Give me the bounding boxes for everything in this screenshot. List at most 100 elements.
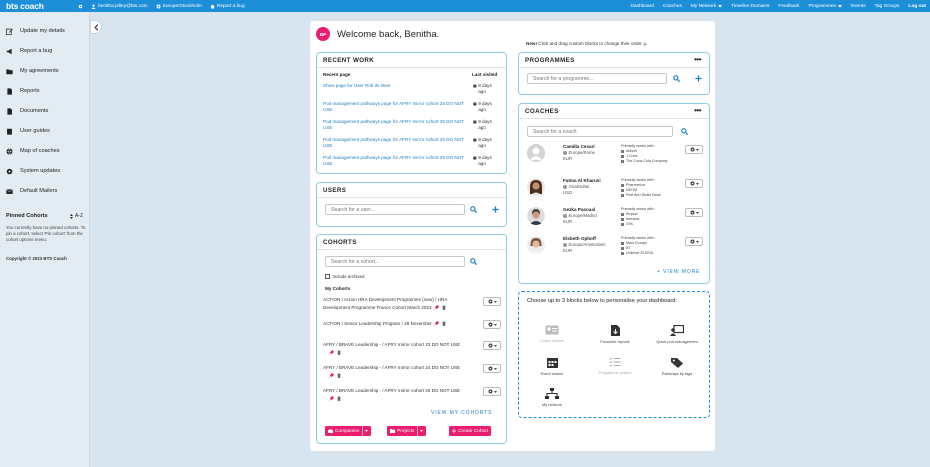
client-name: BT [626, 246, 631, 250]
cohort-name[interactable]: AFRY / BRAVE Leadership - / AFRY mirror … [323, 342, 460, 347]
block-label: Quick pod management [656, 339, 698, 344]
sidebar-item-update-details[interactable]: Update my details [0, 21, 89, 41]
pin-icon[interactable] [433, 321, 439, 327]
user-account-link[interactable]: benitha.pilley@bts.com [91, 4, 148, 9]
gear-icon [6, 168, 13, 174]
cohort-search-input[interactable]: Search for a cohort... [325, 256, 465, 267]
search-icon[interactable] [681, 128, 688, 135]
search-icon[interactable] [470, 206, 477, 213]
report-bug-link[interactable]: Report a bug [210, 4, 245, 9]
sidebar-item-system-updates[interactable]: System updates [0, 161, 89, 181]
sidebar-item-user-guides[interactable]: User guides [0, 121, 89, 141]
trash-icon[interactable] [337, 373, 341, 379]
recent-page-link[interactable]: Pod management pathways page for AFRY mi… [323, 101, 471, 114]
bts-coach-logo[interactable]: bts coach [6, 1, 68, 11]
pin-icon[interactable] [329, 396, 334, 402]
coach-row[interactable]: Camilla Cesari Europe/Rome EUR Primarily … [527, 144, 707, 172]
recent-page-link[interactable]: Show page for User Rob de Beer [323, 83, 471, 89]
add-icon[interactable] [492, 206, 499, 213]
nav-my-network[interactable]: My Network [691, 4, 723, 9]
coach-search-input[interactable]: Search for a coach [527, 126, 673, 137]
nav-timeline-domains[interactable]: Timeline Domains [731, 4, 769, 9]
block-event-search[interactable]: Event search [527, 357, 577, 376]
more-options-icon[interactable]: ••• [694, 56, 701, 64]
companies-button[interactable]: Companies [325, 426, 372, 436]
coach-currency: USD [563, 189, 573, 195]
trash-icon[interactable] [337, 350, 341, 356]
sidebar-item-map-of-coaches[interactable]: Map of coaches [0, 141, 89, 161]
settings-link[interactable] [78, 4, 83, 9]
cohort-name[interactable]: AFRY / BRAVE Leadership - / AFRY mirror … [323, 388, 460, 393]
coach-name[interactable]: Elsbeth Ophoff [563, 236, 596, 241]
create-cohort-button[interactable]: Create Cohort [449, 426, 492, 436]
cohort-options-button[interactable] [483, 341, 501, 350]
cohort-options-button[interactable] [483, 364, 501, 373]
pin-icon[interactable] [329, 350, 334, 356]
sidebar-item-reports[interactable]: Reports [0, 81, 89, 101]
programme-search-input[interactable]: Search for a programme... [527, 73, 667, 84]
cohort-name[interactable]: ACTION / Action HRA Development Programm… [323, 297, 447, 310]
coach-name[interactable]: Camilla Cesari [563, 144, 595, 149]
coach-name[interactable]: Gezka Pascual [563, 207, 595, 212]
coach-options-button[interactable] [685, 208, 703, 217]
add-icon[interactable] [695, 75, 702, 82]
coach-options-button[interactable] [685, 237, 703, 246]
recent-page-link[interactable]: Pod management pathways page for AFRY mi… [323, 155, 471, 168]
coach-options-button[interactable] [685, 145, 703, 154]
view-my-cohorts-link[interactable]: VIEW MY COHORTS [431, 410, 492, 416]
sidebar-item-report-bug[interactable]: Report a bug [0, 41, 89, 61]
cohort-name[interactable]: ACTION / Senior Leadership Program / 28 … [323, 321, 432, 326]
cohort-options-button[interactable] [483, 387, 501, 396]
view-more-coaches-link[interactable]: + VIEW MORE [657, 269, 700, 275]
nav-programmes[interactable]: Programmes [808, 4, 842, 9]
coach-row[interactable]: Fatma Al Kharusi Asia/Dubai USD Primarily… [527, 178, 707, 206]
logout-link[interactable]: Log out [908, 4, 926, 9]
search-icon[interactable] [470, 258, 477, 265]
block-my-network[interactable]: My network [527, 388, 577, 407]
chevron-left-icon [93, 23, 98, 31]
nav-dashboard[interactable]: Dashboard [630, 4, 653, 9]
projects-button[interactable]: Projects [387, 426, 427, 436]
sidebar-item-default-mailers[interactable]: Default Mailers [0, 181, 89, 201]
block-favourite-reports[interactable]: Favourite reports [590, 325, 640, 344]
trash-icon[interactable] [442, 321, 446, 327]
nav-feedback[interactable]: Feedback [778, 4, 799, 9]
coach-row[interactable]: Elsbeth Ophoff Europe/Amsterdam EUR Prima… [527, 236, 707, 264]
nav-tag-groups[interactable]: Tag Groups [875, 4, 900, 9]
trash-icon[interactable] [337, 396, 341, 402]
nav-events[interactable]: Events [851, 4, 866, 9]
edit-icon [6, 28, 13, 35]
timezone-link[interactable]: Europe/Stockholm [156, 4, 202, 9]
more-options-icon[interactable]: ••• [694, 107, 701, 115]
block-coach-search[interactable]: Coach search [527, 325, 577, 343]
trash-icon[interactable] [442, 305, 446, 311]
coach-row[interactable]: Gezka Pascual Europe/Madrid EUR Primarily… [527, 207, 707, 235]
sidebar-collapse-button[interactable] [90, 20, 102, 34]
sort-toggle[interactable]: A-Z [69, 213, 83, 219]
recent-page-link[interactable]: Pod management pathways page for AFRY mi… [323, 137, 471, 150]
sidebar-item-documents[interactable]: Documents [0, 101, 89, 121]
projects-label: Projects [397, 428, 415, 434]
cohort-name[interactable]: AFRY / BRAVE Leadership - / AFRY mirror … [323, 365, 460, 370]
sidebar-item-my-agreements[interactable]: My agreements [0, 61, 89, 81]
block-programme-search[interactable]: Programme search [590, 357, 640, 375]
coach-name[interactable]: Fatma Al Kharusi [563, 178, 601, 183]
cohort-options-button[interactable] [483, 320, 501, 329]
include-archived-checkbox[interactable]: Include archived [325, 274, 364, 279]
user-search-placeholder: Search for a user... [331, 206, 375, 213]
user-search-input[interactable]: Search for a user... [325, 204, 465, 215]
last-visited-value: 9 days ago [478, 137, 492, 149]
search-icon[interactable] [673, 75, 680, 82]
cohort-options-button[interactable] [483, 297, 501, 306]
pin-icon[interactable] [329, 373, 334, 379]
block-pathways-by-tags[interactable]: Pathways by tags [652, 357, 702, 376]
pin-icon[interactable] [433, 305, 439, 311]
checkbox-box[interactable] [325, 274, 330, 279]
nav-coaches[interactable]: Coaches [663, 4, 682, 9]
logo-main-text: bts [6, 1, 19, 11]
coach-options-button[interactable] [685, 179, 703, 188]
avatar[interactable]: BP [316, 27, 330, 41]
block-quick-pod-management[interactable]: Quick pod management [652, 325, 702, 344]
network-icon [545, 388, 559, 399]
recent-page-link[interactable]: Pod management pathways page for AFRY mi… [323, 119, 471, 132]
